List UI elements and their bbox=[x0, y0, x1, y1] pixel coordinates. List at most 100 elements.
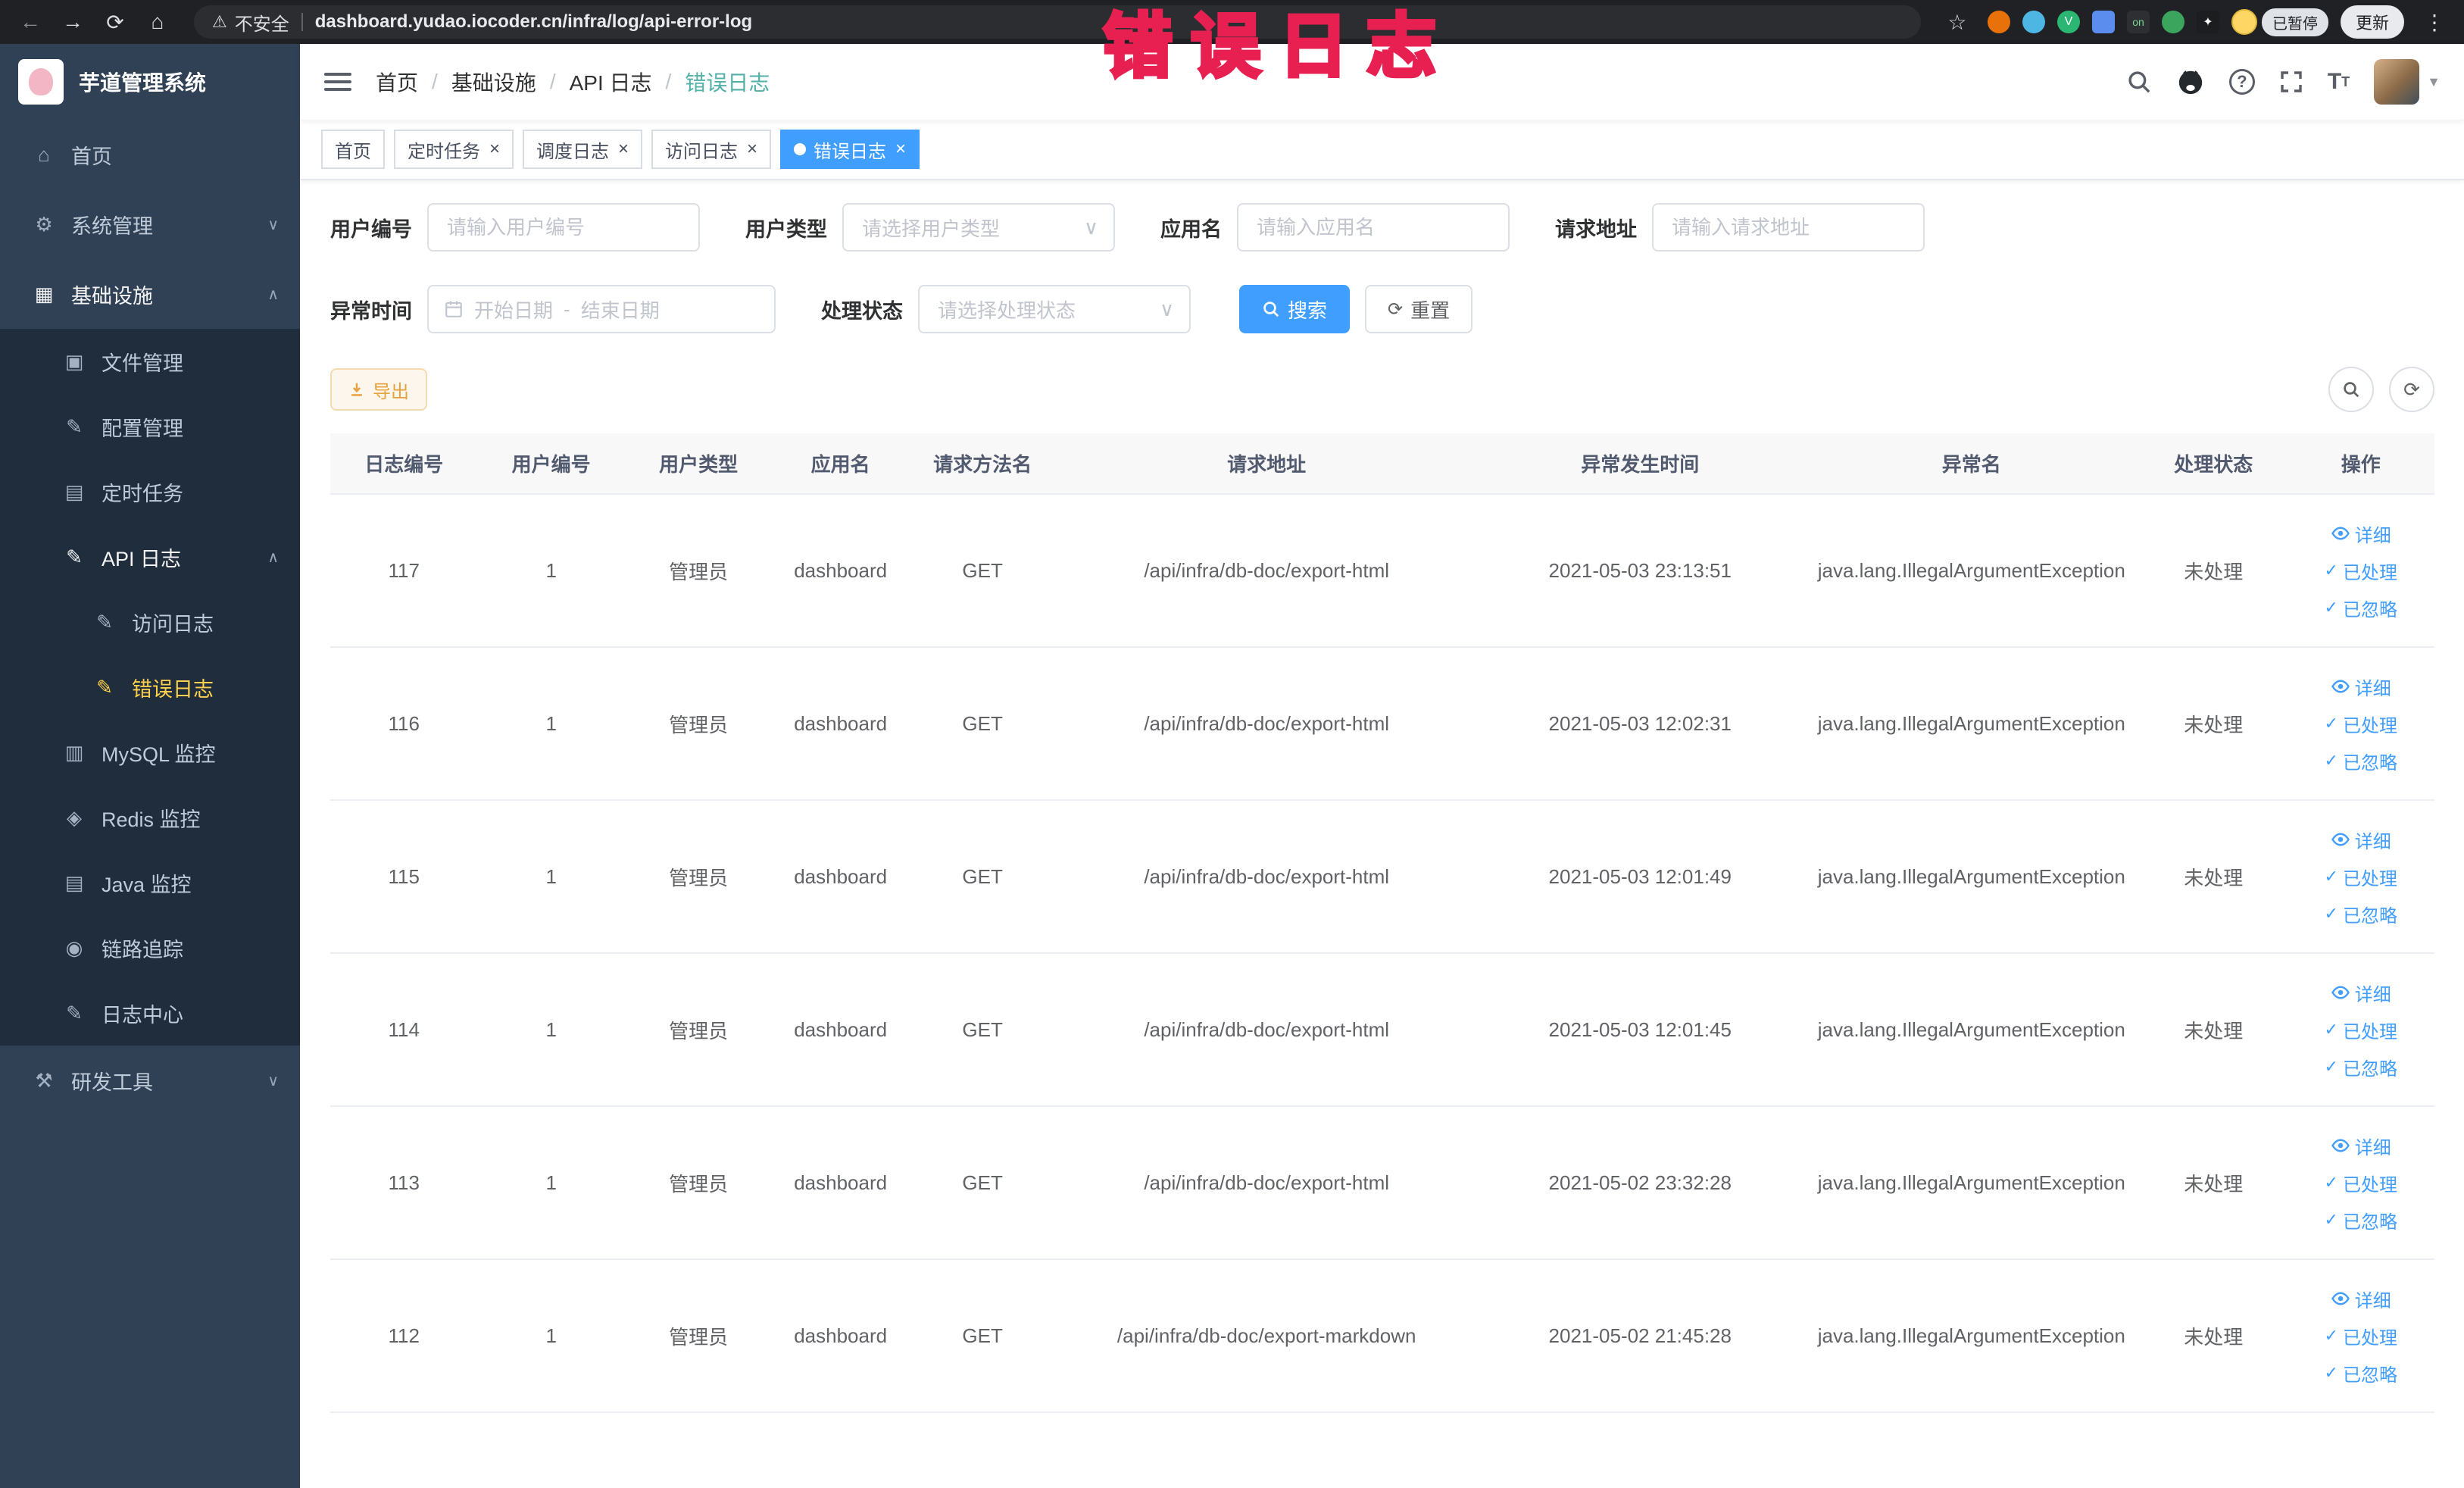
browser-profile-chip[interactable]: 已暂停 bbox=[2231, 8, 2328, 36]
table-row[interactable]: 117 1 管理员 dashboard GET /api/infra/db-do… bbox=[330, 494, 2434, 648]
help-icon[interactable]: ? bbox=[2228, 69, 2255, 95]
sidebar-item-mysql[interactable]: ▥ MySQL 监控 bbox=[0, 720, 300, 785]
sidebar-item-cron[interactable]: ▤ 定时任务 bbox=[0, 459, 300, 524]
search-icon[interactable] bbox=[2126, 69, 2152, 95]
ignored-link[interactable]: ✓ 已忽略 bbox=[2325, 1054, 2397, 1080]
refresh-button[interactable]: ⟳ bbox=[2389, 367, 2434, 412]
font-size-icon[interactable]: TT bbox=[2328, 69, 2350, 95]
fullscreen-icon[interactable] bbox=[2279, 70, 2303, 94]
cell-app-name: dashboard bbox=[772, 953, 909, 1107]
security-label[interactable]: 不安全 bbox=[235, 9, 289, 36]
sidebar-item-log-center[interactable]: ✎ 日志中心 bbox=[0, 980, 300, 1046]
user-menu[interactable]: ▼ bbox=[2374, 59, 2441, 105]
sidebar-item-config[interactable]: ✎ 配置管理 bbox=[0, 394, 300, 459]
app-name-input[interactable] bbox=[1237, 203, 1510, 252]
sidebar-toggle-icon[interactable] bbox=[324, 73, 351, 91]
api-log-icon: ✎ bbox=[66, 545, 83, 568]
bookmark-star-icon[interactable]: ☆ bbox=[1939, 10, 1975, 35]
processed-link[interactable]: ✓ 已处理 bbox=[2325, 1323, 2397, 1349]
infra-grid-icon: ▦ bbox=[34, 282, 54, 305]
toggle-search-button[interactable] bbox=[2328, 367, 2374, 412]
table-row[interactable]: 114 1 管理员 dashboard GET /api/infra/db-do… bbox=[330, 953, 2434, 1107]
request-url-input[interactable] bbox=[1652, 203, 1925, 252]
extension-icon-6[interactable] bbox=[2161, 11, 2184, 33]
home-icon[interactable]: ⌂ bbox=[139, 10, 176, 34]
cell-user-type: 管理员 bbox=[624, 647, 773, 801]
update-button[interactable]: 更新 bbox=[2340, 5, 2404, 39]
ignored-link[interactable]: ✓ 已忽略 bbox=[2325, 901, 2397, 927]
export-button[interactable]: 导出 bbox=[330, 368, 427, 411]
logo-row[interactable]: 芋道管理系统 bbox=[0, 44, 300, 120]
extension-icon-4[interactable] bbox=[2091, 11, 2115, 33]
cell-log-id: 113 bbox=[330, 1106, 478, 1260]
detail-link[interactable]: 详细 bbox=[2331, 980, 2391, 1006]
close-icon[interactable]: × bbox=[618, 140, 629, 158]
sidebar-item-access-log[interactable]: ✎ 访问日志 bbox=[0, 589, 300, 655]
ignored-link[interactable]: ✓ 已忽略 bbox=[2325, 1207, 2397, 1233]
processed-link[interactable]: ✓ 已处理 bbox=[2325, 711, 2397, 737]
sidebar-item-home[interactable]: ⌂ 首页 bbox=[0, 120, 300, 189]
tab-home[interactable]: 首页 bbox=[321, 130, 385, 169]
error-log-icon: ✎ bbox=[96, 675, 113, 699]
close-icon[interactable]: × bbox=[747, 140, 757, 158]
tab-cron[interactable]: 定时任务 × bbox=[394, 130, 514, 169]
sidebar-item-label: 基础设施 bbox=[71, 284, 153, 308]
processed-link[interactable]: ✓ 已处理 bbox=[2325, 1017, 2397, 1043]
breadcrumb-item[interactable]: API 日志 bbox=[570, 67, 652, 97]
table-row[interactable]: 112 1 管理员 dashboard GET /api/infra/db-do… bbox=[330, 1259, 2434, 1413]
search-button[interactable]: 搜索 bbox=[1239, 285, 1351, 333]
reset-button[interactable]: ⟳ 重置 bbox=[1365, 285, 1473, 333]
cell-user-type: 管理员 bbox=[624, 800, 773, 954]
extension-icon-5[interactable]: on bbox=[2126, 11, 2150, 33]
tab-error-log[interactable]: 错误日志 × bbox=[780, 130, 920, 169]
extension-icon-1[interactable] bbox=[1987, 11, 2010, 33]
breadcrumb-item[interactable]: 基础设施 bbox=[451, 67, 536, 97]
ignored-link[interactable]: ✓ 已忽略 bbox=[2325, 1360, 2397, 1386]
sidebar-item-redis[interactable]: ◈ Redis 监控 bbox=[0, 785, 300, 850]
sidebar-item-api-log[interactable]: ✎ API 日志 ∧ bbox=[0, 524, 300, 589]
user-id-input[interactable] bbox=[427, 203, 700, 252]
forward-icon[interactable]: → bbox=[55, 10, 91, 34]
sidebar-item-infra[interactable]: ▦ 基础设施 ∧ bbox=[0, 259, 300, 329]
detail-link[interactable]: 详细 bbox=[2331, 674, 2391, 700]
tab-schedule-log[interactable]: 调度日志 × bbox=[523, 130, 643, 169]
extension-pin-icon[interactable]: ✦ bbox=[2196, 11, 2219, 33]
close-icon[interactable]: × bbox=[895, 140, 906, 158]
log-center-icon: ✎ bbox=[66, 1001, 83, 1024]
process-status-select[interactable]: 请选择处理状态 ∨ bbox=[918, 285, 1191, 333]
col-log-id: 日志编号 bbox=[330, 433, 478, 495]
processed-link[interactable]: ✓ 已处理 bbox=[2325, 864, 2397, 890]
url-text[interactable]: dashboard.yudao.iocoder.cn/infra/log/api… bbox=[315, 11, 752, 33]
processed-link[interactable]: ✓ 已处理 bbox=[2325, 558, 2397, 584]
user-type-select[interactable]: 请选择用户类型 ∨ bbox=[842, 203, 1115, 252]
sidebar-item-trace[interactable]: ◉ 链路追踪 bbox=[0, 915, 300, 980]
chevron-down-icon: ∨ bbox=[1083, 215, 1098, 239]
url-bar[interactable]: ⚠ 不安全 dashboard.yudao.iocoder.cn/infra/l… bbox=[194, 5, 1921, 39]
sidebar-item-java[interactable]: ▤ Java 监控 bbox=[0, 850, 300, 915]
sidebar-item-system[interactable]: ⚙ 系统管理 ∨ bbox=[0, 189, 300, 259]
ignored-link[interactable]: ✓ 已忽略 bbox=[2325, 595, 2397, 621]
detail-link[interactable]: 详细 bbox=[2331, 827, 2391, 853]
date-range-picker[interactable]: 开始日期 - 结束日期 bbox=[427, 285, 776, 333]
sidebar-item-error-log[interactable]: ✎ 错误日志 bbox=[0, 655, 300, 720]
back-icon[interactable]: ← bbox=[12, 10, 48, 34]
sidebar-item-file[interactable]: ▣ 文件管理 bbox=[0, 329, 300, 394]
cell-exception: java.lang.IllegalArgumentException bbox=[1803, 800, 2141, 954]
ignored-link[interactable]: ✓ 已忽略 bbox=[2325, 748, 2397, 774]
close-icon[interactable]: × bbox=[489, 140, 500, 158]
detail-link[interactable]: 详细 bbox=[2331, 1286, 2391, 1312]
table-row[interactable]: 115 1 管理员 dashboard GET /api/infra/db-do… bbox=[330, 800, 2434, 954]
detail-link[interactable]: 详细 bbox=[2331, 520, 2391, 547]
table-row[interactable]: 116 1 管理员 dashboard GET /api/infra/db-do… bbox=[330, 647, 2434, 801]
browser-menu-icon[interactable]: ⋮ bbox=[2416, 10, 2453, 35]
sidebar-item-devtools[interactable]: ⚒ 研发工具 ∨ bbox=[0, 1046, 300, 1115]
extension-icon-3[interactable]: V bbox=[2056, 11, 2080, 33]
extension-icon-2[interactable] bbox=[2022, 11, 2045, 33]
reload-icon[interactable]: ⟳ bbox=[97, 10, 133, 35]
breadcrumb-item[interactable]: 首页 bbox=[376, 67, 418, 97]
github-icon[interactable] bbox=[2176, 67, 2205, 96]
processed-link[interactable]: ✓ 已处理 bbox=[2325, 1170, 2397, 1196]
detail-link[interactable]: 详细 bbox=[2331, 1133, 2391, 1159]
tab-access-log[interactable]: 访问日志 × bbox=[651, 130, 772, 169]
table-row[interactable]: 113 1 管理员 dashboard GET /api/infra/db-do… bbox=[330, 1106, 2434, 1260]
